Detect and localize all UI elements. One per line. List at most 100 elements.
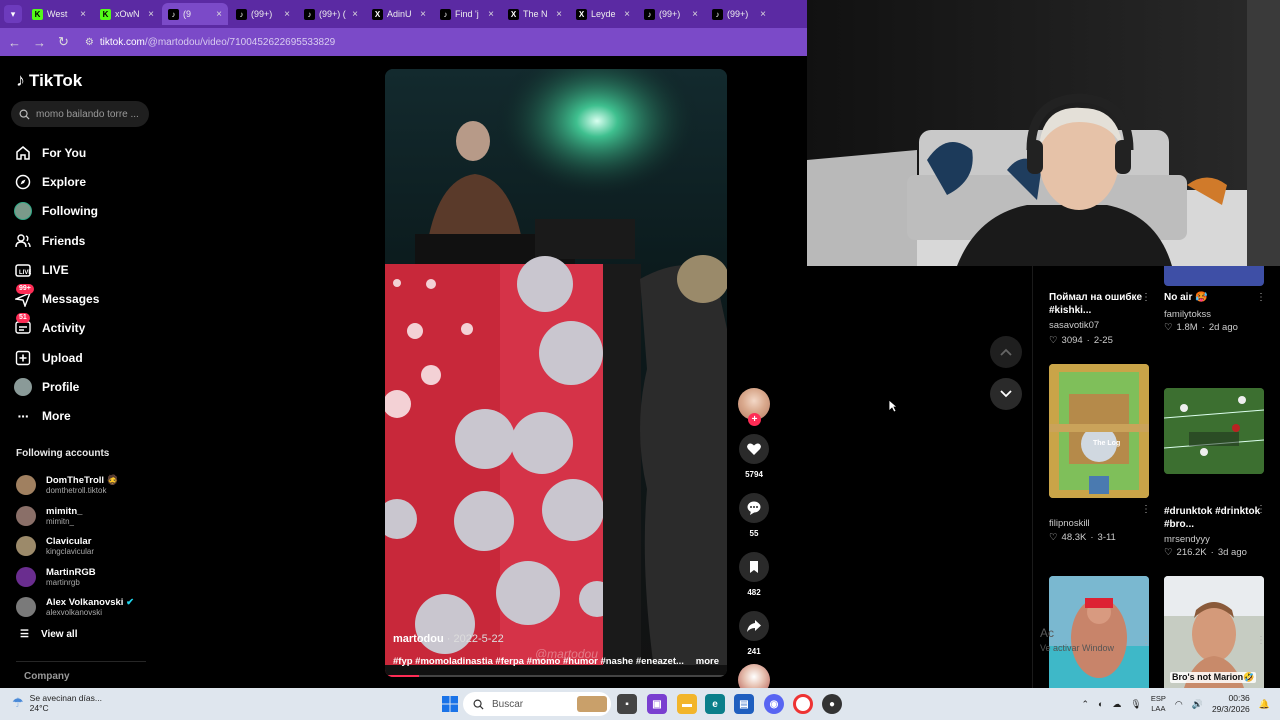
card-date: 3d ago: [1217, 547, 1247, 558]
view-all-button[interactable]: ☰ View all: [20, 629, 77, 640]
previous-video-button[interactable]: [990, 336, 1022, 368]
browser-tab[interactable]: ♪ Find 'j ×: [434, 3, 500, 25]
follow-plus-icon[interactable]: +: [748, 413, 761, 426]
following-account-item[interactable]: Clavicular kingclavicular: [16, 531, 134, 562]
card-options-icon[interactable]: ⋮: [1141, 504, 1151, 515]
tab-close-icon[interactable]: ×: [760, 9, 766, 20]
tab-close-icon[interactable]: ×: [352, 9, 358, 20]
comment-button[interactable]: 55: [736, 493, 772, 538]
browser-tab[interactable]: KxOwN ×: [94, 3, 160, 25]
card-options-icon[interactable]: ⋮: [1256, 635, 1266, 646]
video-author[interactable]: martodou · 2022-5-22: [393, 633, 504, 645]
windows-start-icon[interactable]: [440, 694, 460, 714]
obs-icon[interactable]: ●: [822, 694, 842, 714]
creator-avatar[interactable]: +: [738, 388, 770, 426]
recommended-video-card[interactable]: #drunktok #drinktok #bro... mrsendyyy ♡ 2…: [1164, 388, 1264, 559]
card-options-icon[interactable]: ⋮: [1141, 635, 1151, 646]
back-arrow-icon[interactable]: ←: [8, 35, 21, 50]
tab-close-icon[interactable]: ×: [488, 9, 494, 20]
sidebar-item-for-you[interactable]: For You: [14, 138, 99, 167]
card-thumbnail[interactable]: [1049, 576, 1149, 688]
company-link[interactable]: Company: [24, 671, 70, 682]
reload-icon[interactable]: ↻: [58, 34, 69, 50]
sidebar-item-profile[interactable]: Profile: [14, 372, 99, 401]
windows-activation-text: Ve activar Window: [1040, 643, 1115, 653]
browser-tab[interactable]: ♪ (99+) (×: [298, 3, 364, 25]
heart-outline-icon: ♡: [1164, 547, 1173, 558]
site-settings-icon[interactable]: ⚙: [85, 37, 94, 48]
heart-outline-icon: ♡: [1049, 532, 1058, 543]
sidebar-item-friends[interactable]: Friends: [14, 226, 99, 255]
following-account-item[interactable]: Alex Volkanovski ✔ alexvolkanovski: [16, 592, 134, 623]
tab-close-icon[interactable]: ×: [692, 9, 698, 20]
save-button[interactable]: 482: [736, 552, 772, 597]
browser-tab[interactable]: ♪ (99+) ×: [638, 3, 704, 25]
recommended-video-card[interactable]: The Log filipnoskill ♡ 48.3K · 3-11: [1049, 364, 1149, 544]
recommended-video-card[interactable]: No air 🥵 familytokss ♡ 1.8M · 2d ago: [1164, 291, 1264, 334]
sidebar-item-following[interactable]: Following: [14, 197, 99, 226]
card-options-icon[interactable]: ⋮: [1256, 504, 1266, 515]
video-hashtags[interactable]: #fyp #momoladinastia #ferpa #momo #humor…: [393, 656, 684, 667]
recommended-video-card[interactable]: Поймал на ошибке #kishki... sasavotik07 …: [1049, 291, 1149, 347]
wifi-icon[interactable]: ◠: [1175, 699, 1183, 710]
weather-widget[interactable]: ☂ Se avecinan días... 24°C: [12, 693, 102, 713]
sidebar-item-activity[interactable]: 51 Activity: [14, 313, 99, 343]
card-thumbnail[interactable]: [1164, 266, 1264, 286]
sidebar-item-messages[interactable]: 99+ Messages: [14, 284, 99, 313]
tiktok-logo[interactable]: ♪ TikTok: [16, 70, 82, 91]
browser-tab[interactable]: ♪ (99+) ×: [706, 3, 772, 25]
microphone-icon[interactable]: 🎙: [1130, 699, 1141, 710]
browser-tab[interactable]: K West ×: [26, 3, 92, 25]
volume-icon[interactable]: 🔊: [1192, 699, 1203, 710]
network-app-icon[interactable]: ◐: [1098, 699, 1103, 709]
task-view-icon[interactable]: ▪: [617, 694, 637, 714]
tab-search-chevron-icon[interactable]: ▾: [4, 5, 22, 23]
sidebar-item-upload[interactable]: Upload: [14, 343, 99, 372]
taskbar-search[interactable]: Buscar: [463, 692, 611, 716]
file-explorer-icon[interactable]: ▬: [677, 694, 697, 714]
next-video-button[interactable]: [990, 378, 1022, 410]
following-account-item[interactable]: DomTheTroll 🧔 domthetroll.tiktok: [16, 470, 134, 501]
video-player[interactable]: @martodou martodou · 2022-5-22 #fyp #mom…: [385, 69, 727, 677]
tab-close-icon[interactable]: ×: [284, 9, 290, 20]
browser-tab[interactable]: ♪ (99+) ×: [230, 3, 296, 25]
bookmark-icon: [739, 552, 769, 582]
tab-close-icon[interactable]: ×: [148, 9, 154, 20]
search-input[interactable]: momo bailando torre ...: [11, 101, 149, 127]
card-likes: 3094: [1061, 335, 1083, 346]
card-options-icon[interactable]: ⋮: [1256, 292, 1266, 303]
address-bar[interactable]: ⚙ tiktok.com/@martodou/video/71004526226…: [85, 37, 335, 48]
chrome-icon[interactable]: [793, 694, 813, 714]
tab-close-icon[interactable]: ×: [556, 9, 562, 20]
chevron-up-icon[interactable]: ⌃: [1081, 699, 1089, 710]
browser-tab[interactable]: X Leyde ×: [570, 3, 636, 25]
discord-icon[interactable]: ◉: [764, 694, 784, 714]
browser-tab[interactable]: ♪ (9 ×: [162, 3, 228, 25]
tab-close-icon[interactable]: ×: [420, 9, 426, 20]
following-account-item[interactable]: mimitn_ mimitn_: [16, 501, 134, 532]
tab-close-icon[interactable]: ×: [624, 9, 630, 20]
card-options-icon[interactable]: ⋮: [1141, 292, 1151, 303]
forward-arrow-icon[interactable]: →: [33, 35, 46, 50]
store-icon[interactable]: ▤: [734, 694, 754, 714]
video-progress-bar[interactable]: [385, 675, 727, 677]
following-account-item[interactable]: MartinRGB martinrgb: [16, 562, 134, 593]
language-indicator[interactable]: ESP LAA: [1151, 694, 1166, 714]
like-button[interactable]: 5794: [736, 434, 772, 479]
card-thumbnail[interactable]: Bro's not Marion🤣: [1164, 576, 1264, 688]
sidebar-item-label: Messages: [42, 292, 100, 307]
app-icon[interactable]: ▣: [647, 694, 667, 714]
tab-close-icon[interactable]: ×: [216, 9, 222, 20]
sidebar-item-explore[interactable]: Explore: [14, 167, 99, 196]
sidebar-item-more[interactable]: ··· More: [14, 402, 99, 431]
sidebar-item-live[interactable]: LIVE LIVE: [14, 255, 99, 284]
notification-bell-icon[interactable]: 🔔: [1259, 699, 1270, 710]
edge-browser-icon[interactable]: e: [705, 694, 725, 714]
browser-tab[interactable]: X AdinU ×: [366, 3, 432, 25]
browser-tab[interactable]: X The N ×: [502, 3, 568, 25]
onedrive-icon[interactable]: ☁: [1112, 699, 1121, 710]
tab-close-icon[interactable]: ×: [80, 9, 86, 20]
share-button[interactable]: 241: [736, 611, 772, 656]
clock[interactable]: 00:36 29/3/2026: [1212, 693, 1250, 715]
caption-more-button[interactable]: more: [696, 656, 719, 667]
